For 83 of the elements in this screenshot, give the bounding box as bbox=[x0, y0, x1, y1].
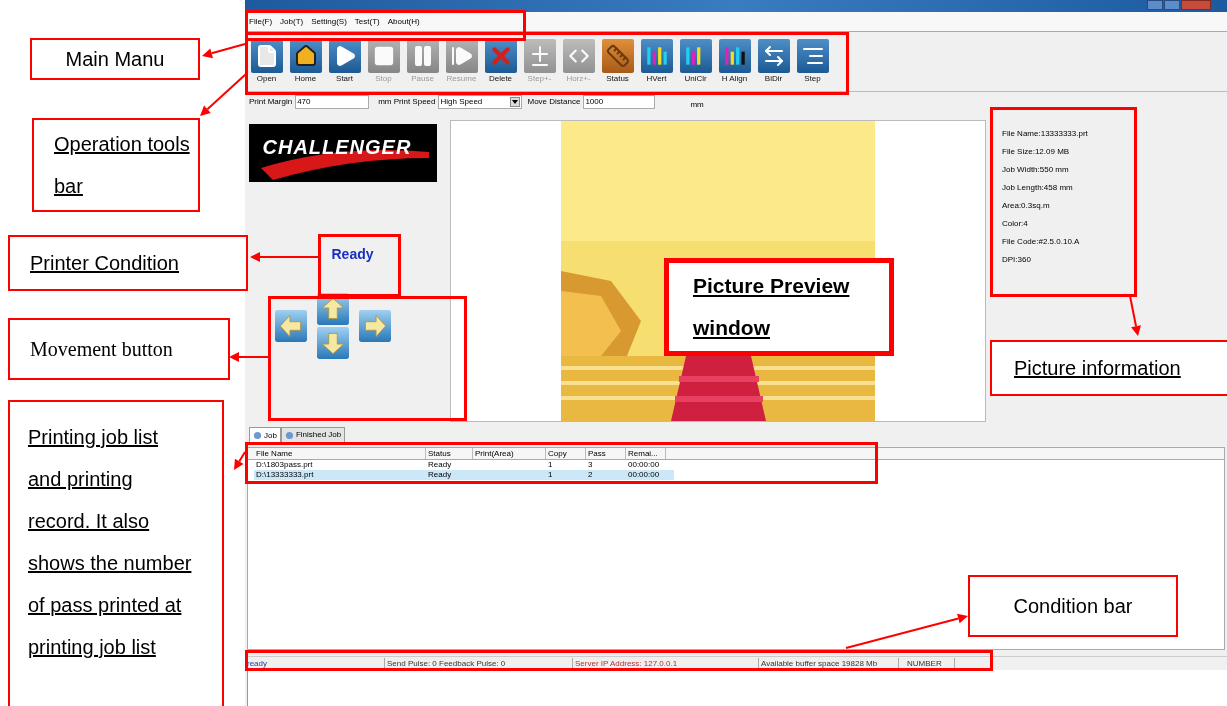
maximize-icon[interactable] bbox=[1164, 0, 1180, 10]
callout-arrow bbox=[234, 451, 246, 470]
color-bars-icon bbox=[640, 38, 673, 73]
minimize-icon[interactable] bbox=[1147, 0, 1163, 10]
table-cell-text: 2 bbox=[587, 470, 594, 480]
menu-item[interactable]: Test(T) bbox=[354, 15, 380, 28]
callout-arrow bbox=[200, 73, 247, 116]
printer-status: Ready bbox=[331, 245, 374, 264]
menu-item[interactable]: Job(T) bbox=[280, 15, 304, 28]
table-cell-text: 00:00:00 bbox=[627, 470, 661, 480]
color-bars-icon bbox=[679, 38, 712, 73]
column-header[interactable]: Copy bbox=[546, 448, 586, 459]
logo: CHALLENGER bbox=[248, 124, 437, 182]
status-text: NUMBER bbox=[907, 658, 942, 668]
toolbar-button[interactable]: BiDir bbox=[756, 38, 791, 85]
toolbar-button[interactable]: Step bbox=[795, 38, 830, 85]
toolbar-button[interactable]: H Align bbox=[717, 38, 752, 85]
arrow-button[interactable] bbox=[316, 327, 349, 359]
status-text: Available buffer space 19828 Mb bbox=[761, 658, 878, 668]
table-cell-text: D:\13333333.prt bbox=[255, 470, 315, 480]
callout-arrow bbox=[202, 43, 246, 59]
chevrons-icon bbox=[562, 38, 595, 73]
color-bars-icon bbox=[718, 38, 751, 73]
dropdown-arrow-icon bbox=[510, 97, 521, 107]
info-line: Color:4 bbox=[1002, 218, 1029, 230]
plus-minus-icon bbox=[523, 38, 556, 73]
lines-icon bbox=[796, 38, 829, 73]
callout-arrow bbox=[1129, 295, 1141, 336]
info-line: File Code:#2.5.0.10.A bbox=[1002, 236, 1081, 248]
callout-text: Main Manu bbox=[65, 47, 165, 72]
info-line: File Name:13333333.prt bbox=[1002, 128, 1089, 140]
arrow-button[interactable] bbox=[358, 310, 391, 342]
callout-text: Printing job list and printing record. It also shows the number of pass printed at printing job list bbox=[28, 425, 192, 660]
info-line: File Size:12.09 MB bbox=[1002, 146, 1071, 158]
unit-label: mm bbox=[690, 99, 704, 111]
toolbar-button[interactable]: Status bbox=[600, 38, 635, 85]
tab[interactable]: Finished Job bbox=[280, 427, 346, 443]
callout-arrow bbox=[250, 252, 319, 262]
table-row[interactable]: D:\13333333.prt Ready 1 2 00:00:00 bbox=[254, 470, 674, 480]
status-text: ready bbox=[247, 658, 267, 668]
info-line: Job Width:550 mm bbox=[1002, 164, 1070, 176]
info-line: Job Length:458 mm bbox=[1002, 182, 1074, 194]
table-cell-text: Ready bbox=[427, 470, 453, 480]
field-label: Move Distance bbox=[527, 96, 581, 108]
menu-item[interactable]: About(H) bbox=[387, 15, 420, 28]
menu-item[interactable]: File(F) bbox=[249, 15, 273, 28]
callout-text: Picture Preview window bbox=[693, 273, 851, 341]
dropdown[interactable]: High Speed bbox=[438, 95, 523, 109]
info-line: Area:0.3sq.m bbox=[1002, 200, 1051, 212]
toolbar-button[interactable]: HVert bbox=[639, 38, 674, 85]
callout-text: Condition bar bbox=[1013, 594, 1133, 619]
status-text: Server IP Address: 127.0.0.1 bbox=[575, 658, 678, 668]
tab-icon bbox=[284, 430, 294, 440]
table-row[interactable]: D:\1803pass.prt Ready 1 3 00:00:00 bbox=[254, 460, 674, 470]
table-cell-text: 3 bbox=[587, 460, 594, 470]
column-header[interactable]: Print(Area) bbox=[473, 448, 546, 459]
status-text: Send Pulse: 0 Feedback Pulse: 0 bbox=[387, 658, 506, 668]
ruler-icon bbox=[601, 38, 634, 73]
close-icon[interactable] bbox=[1181, 0, 1211, 10]
toolbar-button[interactable]: UniClr bbox=[678, 38, 713, 85]
info-line: DPI:360 bbox=[1002, 254, 1032, 266]
arrow-button[interactable] bbox=[274, 310, 307, 342]
menu-item[interactable]: Setting(S) bbox=[311, 15, 347, 28]
callout-text: Movement button bbox=[30, 337, 173, 362]
tab[interactable]: Job bbox=[249, 427, 281, 443]
field-label: mm Print Speed bbox=[378, 96, 436, 108]
callout-text: Operation tools bar bbox=[54, 132, 191, 199]
table-cell-text: Ready bbox=[427, 460, 453, 470]
tab-icon bbox=[253, 431, 262, 440]
column-header[interactable]: File Name bbox=[254, 448, 426, 459]
table-cell-text: 00:00:00 bbox=[627, 460, 661, 470]
table-cell-text: 1 bbox=[547, 460, 554, 470]
field-label: Print Margin bbox=[249, 96, 293, 108]
input-field[interactable]: 470 bbox=[295, 95, 370, 109]
column-header[interactable]: Remai... bbox=[626, 448, 666, 459]
input-field[interactable]: 1000 bbox=[583, 95, 656, 109]
callout-text: Printer Condition bbox=[30, 251, 179, 276]
two-arrows-icon bbox=[757, 38, 790, 73]
column-header[interactable]: Pass bbox=[586, 448, 626, 459]
table-cell-text: D:\1803pass.prt bbox=[255, 460, 314, 470]
callout-text: Picture information bbox=[1014, 356, 1181, 381]
table-cell-text: 1 bbox=[547, 470, 554, 480]
column-header[interactable]: Status bbox=[426, 448, 473, 459]
